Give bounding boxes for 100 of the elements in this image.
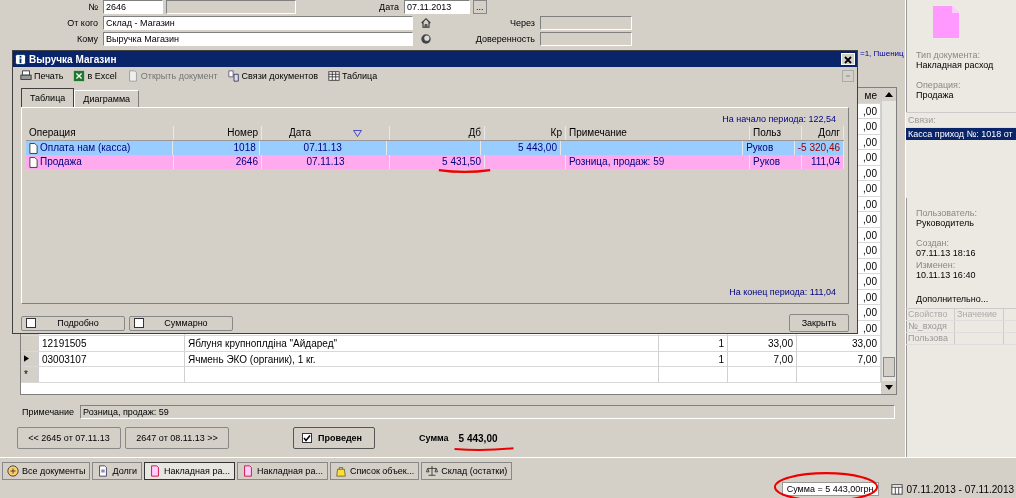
via-label: Через [509, 18, 536, 28]
taskbar-button[interactable]: Все документы [2, 462, 91, 480]
new-row-marker[interactable]: * [21, 367, 39, 382]
posted-checkbox[interactable]: Проведен [293, 427, 375, 449]
scrollbar[interactable] [881, 88, 896, 394]
more-link[interactable]: Дополнительно... [916, 294, 1013, 304]
proxy-field[interactable] [540, 32, 632, 46]
scroll-down-icon[interactable] [882, 381, 896, 394]
column-header[interactable]: Операция [26, 126, 174, 140]
column-header[interactable]: Дб [390, 126, 485, 140]
taskbar-button[interactable]: Долги [92, 462, 143, 480]
proxy-label: Доверенность [475, 34, 536, 44]
underline-mark [452, 445, 515, 452]
page-icon [241, 465, 254, 477]
table-cell: ,00 [863, 260, 877, 272]
table-cell: Продажа [40, 155, 82, 169]
date-field[interactable]: 07.11.2013 [404, 0, 470, 14]
toolbar-button[interactable]: Таблица [324, 70, 382, 82]
note-field[interactable]: Розница, продаж: 59 [80, 405, 895, 419]
date-picker-button[interactable]: ... [473, 0, 487, 14]
taskbar-button[interactable]: Накладная ра... [144, 462, 235, 480]
current-row-icon [24, 355, 29, 363]
checkbox-button[interactable]: Суммарно [129, 315, 233, 331]
start-balance: На начало периода: 122,54 [722, 114, 836, 124]
table-cell: ,00 [863, 105, 877, 117]
column-header[interactable]: Дата [262, 126, 390, 140]
excel-icon [73, 70, 86, 82]
document-icon [29, 142, 38, 154]
tab[interactable]: Диаграмма [74, 90, 140, 107]
toolbar-button[interactable]: в Excel [69, 70, 121, 82]
column-header[interactable]: Кр [485, 126, 566, 140]
from-field[interactable]: Склад - Магазин [103, 16, 413, 30]
scroll-thumb[interactable] [883, 357, 895, 377]
table-cell: 07.11.13 [303, 141, 342, 155]
minus-icon [844, 72, 852, 80]
table-icon [328, 70, 340, 82]
table-cell: 111,04 [810, 155, 840, 169]
note-label: Примечание [22, 407, 75, 417]
user-label: Пользователь: [916, 208, 978, 218]
scroll-up-icon[interactable] [882, 88, 896, 101]
document-type-value: Накладная расход [916, 60, 995, 70]
table-cell: Оплата нам (касса) [40, 141, 131, 155]
document-icon [29, 156, 38, 168]
table-cell: 2646 [235, 155, 258, 169]
table-cell: 5 431,50 [442, 155, 481, 169]
column-header[interactable]: Примечание [566, 126, 750, 140]
table-cell: 7,00 [773, 353, 793, 365]
table-cell: ,00 [863, 183, 877, 194]
underline-mark [437, 168, 493, 174]
column-header[interactable]: Долг [802, 126, 844, 140]
close-button[interactable] [841, 53, 855, 65]
blank-page-icon [126, 70, 139, 82]
link-item[interactable]: Касса приход №: 1018 от [906, 128, 1016, 140]
operation-value: Продажа [916, 90, 955, 100]
toolbar-button[interactable]: Печать [16, 70, 68, 82]
toolbar-button[interactable]: Связи документов [223, 70, 322, 82]
taskbar-button[interactable]: Накладная ра... [236, 462, 328, 480]
plus-circle-icon [7, 465, 19, 477]
filter-icon[interactable] [353, 129, 363, 137]
tab[interactable]: Таблица [21, 88, 75, 107]
next-document-button[interactable]: 2647 от 08.11.13 >> [125, 427, 229, 449]
dialog-title: Выручка Магазин [29, 53, 117, 65]
document-icon [933, 6, 959, 38]
table-cell: 33,00 [851, 338, 877, 349]
table-cell: Пользова [906, 333, 955, 344]
page-icon [97, 465, 110, 477]
checkmark-icon [303, 434, 311, 442]
table-cell: ,00 [863, 136, 877, 148]
column-header[interactable]: Номер [174, 126, 262, 140]
total-value: 5 443,00 [458, 432, 498, 444]
table-row[interactable]: Оплата нам (касса) 1018 07.11.13 5 443,00 Руков -5 320,46 [26, 141, 844, 155]
table-cell: Ячмень ЭКО (органик), 1 кг. [188, 353, 316, 365]
previous-document-button[interactable]: << 2645 от 07.11.13 [17, 427, 121, 449]
table-cell: 33,00 [767, 338, 793, 349]
info-icon [15, 53, 26, 65]
number-suffix-field[interactable] [166, 0, 296, 14]
changed-value: 10.11.13 16:40 [916, 270, 977, 280]
to-field[interactable]: Выручка Магазин [103, 32, 413, 46]
column-header[interactable]: Польз [750, 126, 802, 140]
created-value: 07.11.13 18:16 [916, 248, 977, 258]
calendar-icon[interactable] [890, 483, 903, 495]
house-icon[interactable] [420, 17, 432, 29]
operation-label: Операция: [916, 80, 962, 90]
checkbox-button[interactable]: Подробно [21, 315, 125, 331]
number-field[interactable]: 2646 [103, 0, 163, 14]
changed-label: Изменен: [916, 260, 957, 270]
via-field[interactable] [540, 16, 632, 30]
table-cell: Розница, продаж: 59 [569, 155, 665, 169]
table-cell: ,00 [863, 167, 877, 179]
table-cell: Яблуня крупноплдіна "Айдаред" [188, 338, 338, 349]
close-icon [844, 56, 852, 64]
table-cell: ,00 [863, 291, 877, 303]
period-range[interactable]: 07.11.2013 - 07.11.2013 [906, 483, 1014, 495]
date-label: Дата [378, 2, 400, 12]
person-icon[interactable] [420, 33, 432, 45]
table-cell: ,00 [863, 245, 877, 256]
taskbar-button[interactable]: Список объек... [329, 462, 420, 480]
taskbar-button[interactable]: Склад (остатки) [421, 462, 513, 480]
close-dialog-button[interactable]: Закрыть [789, 314, 849, 332]
page-icon [149, 465, 162, 477]
